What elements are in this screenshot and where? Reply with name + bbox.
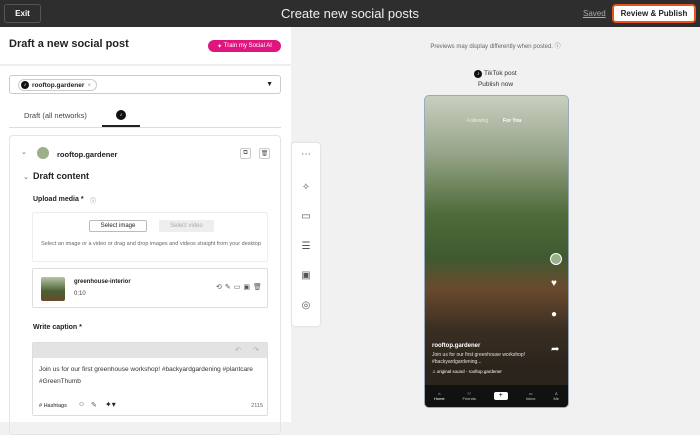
media-name: greenhouse-interior [74, 279, 131, 285]
upload-hint: Select an image or a video or drag and d… [41, 241, 261, 247]
duplicate-icon[interactable]: ⧉ [240, 148, 251, 159]
editor-side-toolbar: ⋯ ✧ ▭ ☰ ▣ ◎ [292, 143, 320, 326]
tiktok-icon: ♪ [116, 110, 126, 120]
tiktok-icon: ♪ [474, 70, 483, 78]
nav-me: ♙ Me [553, 391, 560, 401]
info-icon[interactable]: ⓘ [90, 196, 96, 205]
publish-time: Publish now [477, 81, 514, 88]
sound-label: original sound - rooftop.gardener [436, 369, 502, 374]
nav-friends: ⚇ Friends [462, 391, 476, 401]
upload-label: Upload media * [33, 196, 84, 203]
heart-icon: ♥ [551, 278, 557, 289]
media-item: greenhouse-interior 0:10 ⟲✎▭▣🗑 [32, 268, 268, 308]
avatar [37, 147, 49, 159]
share-icon: ➦ [551, 344, 560, 355]
select-video-button: Select video [159, 220, 214, 232]
review-publish-button[interactable]: Review & Publish [612, 4, 696, 23]
undo-icon[interactable]: ↶ [235, 346, 241, 354]
media-actions[interactable]: ⟲✎▭▣🗑 [216, 283, 265, 291]
tab-following: Following [467, 118, 489, 124]
caption-label: Write caption * [33, 324, 82, 331]
attachment-icon[interactable]: ✎ [91, 401, 97, 409]
media-thumbnail [41, 277, 65, 301]
list-icon[interactable]: ☰ [300, 241, 312, 252]
hashtags-button[interactable]: # Hashtags [39, 403, 67, 409]
caption-editor[interactable]: ↶ ↷ Join us for our first greenhouse wor… [32, 342, 268, 416]
upload-dropzone[interactable]: Select image Select video Select an imag… [32, 212, 268, 262]
tiktok-preview: Following For You ♥ ● ➦ rooftop.gardener… [424, 95, 569, 408]
comments-icon[interactable]: ▭ [300, 211, 312, 222]
media-duration: 0:10 [74, 291, 86, 297]
network-card: ⌄ rooftop.gardener ⧉ 🗑 ⌄ Draft content U… [9, 135, 281, 435]
preview-note: Previews may display differently when po… [430, 44, 561, 50]
network-label: TikTok post [484, 70, 517, 77]
preview-network: ♪ TikTok post [0, 70, 700, 78]
top-bar: Exit Create new social posts Saved Revie… [0, 0, 700, 27]
check-circle-icon[interactable]: ◎ [300, 300, 312, 311]
char-count: 2115 [251, 403, 263, 409]
phone-nav: ⌂ Home ⚇ Friends + ▭ Inbox ♙ Me [425, 385, 568, 407]
nav-label: Home [433, 396, 445, 401]
saved-status[interactable]: Saved [583, 9, 606, 18]
chevron-down-icon[interactable]: ⌄ [21, 148, 27, 156]
ai-assist-icon[interactable]: ✦▾ [105, 400, 116, 409]
editor-toolbar: ↶ ↷ [33, 343, 267, 358]
avatar [550, 253, 562, 265]
nav-create: + [493, 392, 508, 400]
nav-inbox: ▭ Inbox [525, 391, 536, 401]
account-name: rooftop.gardener [57, 150, 118, 159]
sparkle-icon[interactable]: ✧ [300, 182, 312, 193]
tab-tiktok[interactable]: ♪ [102, 110, 140, 127]
drag-handle-icon[interactable]: ⋯ [300, 149, 312, 160]
section-title: Draft content [33, 171, 89, 181]
caption-text[interactable]: Join us for our first greenhouse worksho… [33, 358, 267, 394]
comment-icon: ● [551, 309, 558, 320]
post-caption: Join us for our first greenhouse worksho… [432, 352, 526, 365]
nav-home: ⌂ Home [433, 391, 445, 401]
post-sound: ♫ original sound - rooftop.gardener [432, 369, 502, 374]
calendar-icon[interactable]: ▣ [300, 270, 312, 281]
emoji-icon[interactable]: ☺ [78, 401, 85, 408]
nav-label: Inbox [525, 396, 536, 401]
tab-for-you: For You [503, 118, 522, 124]
plus-icon: + [493, 392, 508, 400]
redo-icon[interactable]: ↷ [253, 346, 259, 354]
select-image-button[interactable]: Select image [89, 220, 147, 232]
nav-label: Me [553, 396, 560, 401]
chevron-down-icon[interactable]: ⌄ [23, 173, 29, 181]
tabs-divider [9, 127, 281, 128]
tab-all-networks[interactable]: Draft (all networks) [24, 111, 87, 120]
divider [0, 64, 291, 66]
trash-icon[interactable]: 🗑 [259, 148, 270, 159]
post-username: rooftop.gardener [432, 343, 481, 349]
nav-label: Friends [462, 396, 476, 401]
